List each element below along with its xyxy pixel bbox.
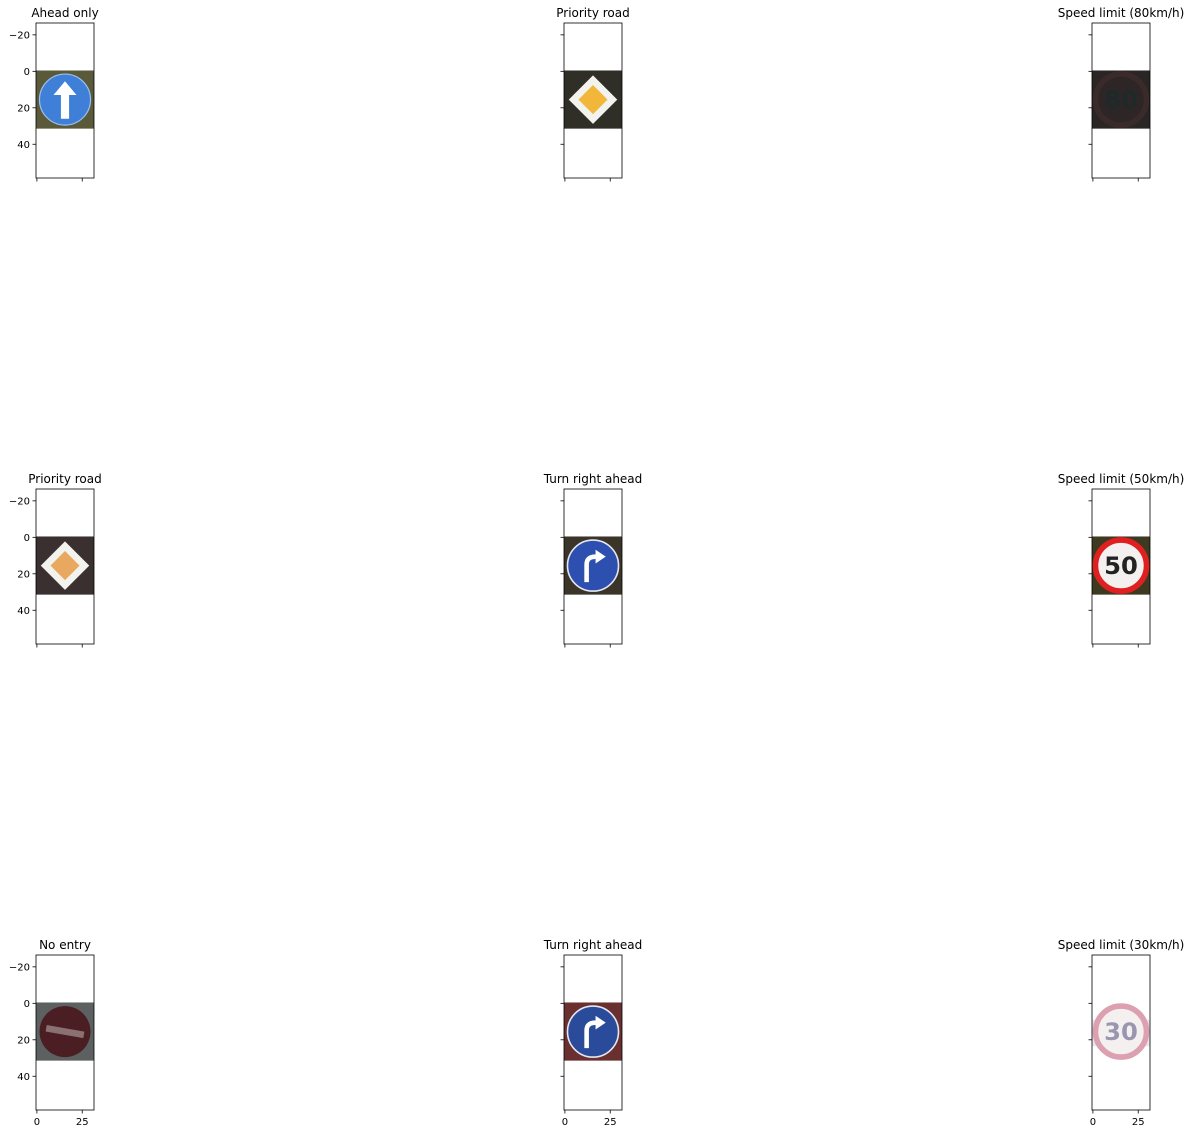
x-tick-label: 0: [562, 1117, 568, 1128]
subplot-panel: No entry −20 0 20 40 0 25: [9, 938, 95, 1128]
x-tick-label: 25: [76, 1117, 89, 1128]
y-tick-label: 20: [17, 1035, 30, 1046]
sign-image: [36, 70, 94, 129]
subplot-title: Ahead only: [31, 6, 98, 20]
subplot-panel: Priority road: [556, 6, 630, 182]
sign-image: [564, 70, 622, 129]
x-tick-label: 0: [1090, 1117, 1096, 1128]
subplot-panel: Priority road −20 0 20 40: [9, 472, 102, 648]
x-tick-label: 25: [1132, 1117, 1145, 1128]
subplot-title: No entry: [39, 938, 91, 952]
subplot-panel: Speed limit (80km/h) 80: [1058, 6, 1185, 182]
subplot-panel: Ahead only−20 0 20 40: [9, 6, 99, 182]
speed-digits: 80: [1104, 85, 1138, 114]
y-tick-label: 40: [17, 140, 30, 151]
sign-image: 80: [1092, 70, 1150, 129]
sign-image: 50: [1092, 536, 1150, 595]
subplot-title: Priority road: [556, 6, 630, 20]
subplot-panel: Turn right ahead: [543, 472, 643, 648]
subplot-title: Speed limit (30km/h): [1058, 938, 1185, 952]
y-tick-label: 20: [17, 103, 30, 114]
y-tick-label: −20: [9, 962, 30, 973]
y-tick-label: −20: [9, 30, 30, 41]
sign-grid-figure: Ahead only−2002040Priority road Speed lim…: [9, 6, 1185, 1128]
y-tick-label: 0: [24, 999, 30, 1010]
x-tick-label: 0: [34, 1117, 40, 1128]
y-tick-label: 40: [17, 1072, 30, 1083]
subplot-title: Speed limit (50km/h): [1058, 472, 1185, 486]
subplot-title: Priority road: [28, 472, 102, 486]
sign-image: [564, 536, 622, 595]
y-tick-label: −20: [9, 496, 30, 507]
sign-disc: [566, 1005, 620, 1058]
subplot-title: Turn right ahead: [543, 938, 643, 952]
y-tick-label: 0: [24, 533, 30, 544]
sign-image: [36, 536, 94, 595]
sign-disc: [566, 539, 620, 592]
y-tick-label: 40: [17, 606, 30, 617]
x-tick-label: 25: [604, 1117, 617, 1128]
speed-digits: 50: [1104, 551, 1138, 580]
subplot-panel: Turn right ahead 0 25: [543, 938, 643, 1128]
sign-image: 30: [1092, 1002, 1150, 1061]
y-tick-label: 0: [24, 67, 30, 78]
subplot-panel: Speed limit (50km/h) 50: [1058, 472, 1185, 648]
subplot-title: Speed limit (80km/h): [1058, 6, 1185, 20]
sign-image: [564, 1002, 622, 1061]
y-tick-label: 20: [17, 569, 30, 580]
subplot-panel: Speed limit (30km/h) 30 0 25: [1058, 938, 1185, 1128]
subplot-title: Turn right ahead: [543, 472, 643, 486]
sign-image: [36, 1002, 94, 1061]
speed-digits: 30: [1104, 1017, 1138, 1046]
